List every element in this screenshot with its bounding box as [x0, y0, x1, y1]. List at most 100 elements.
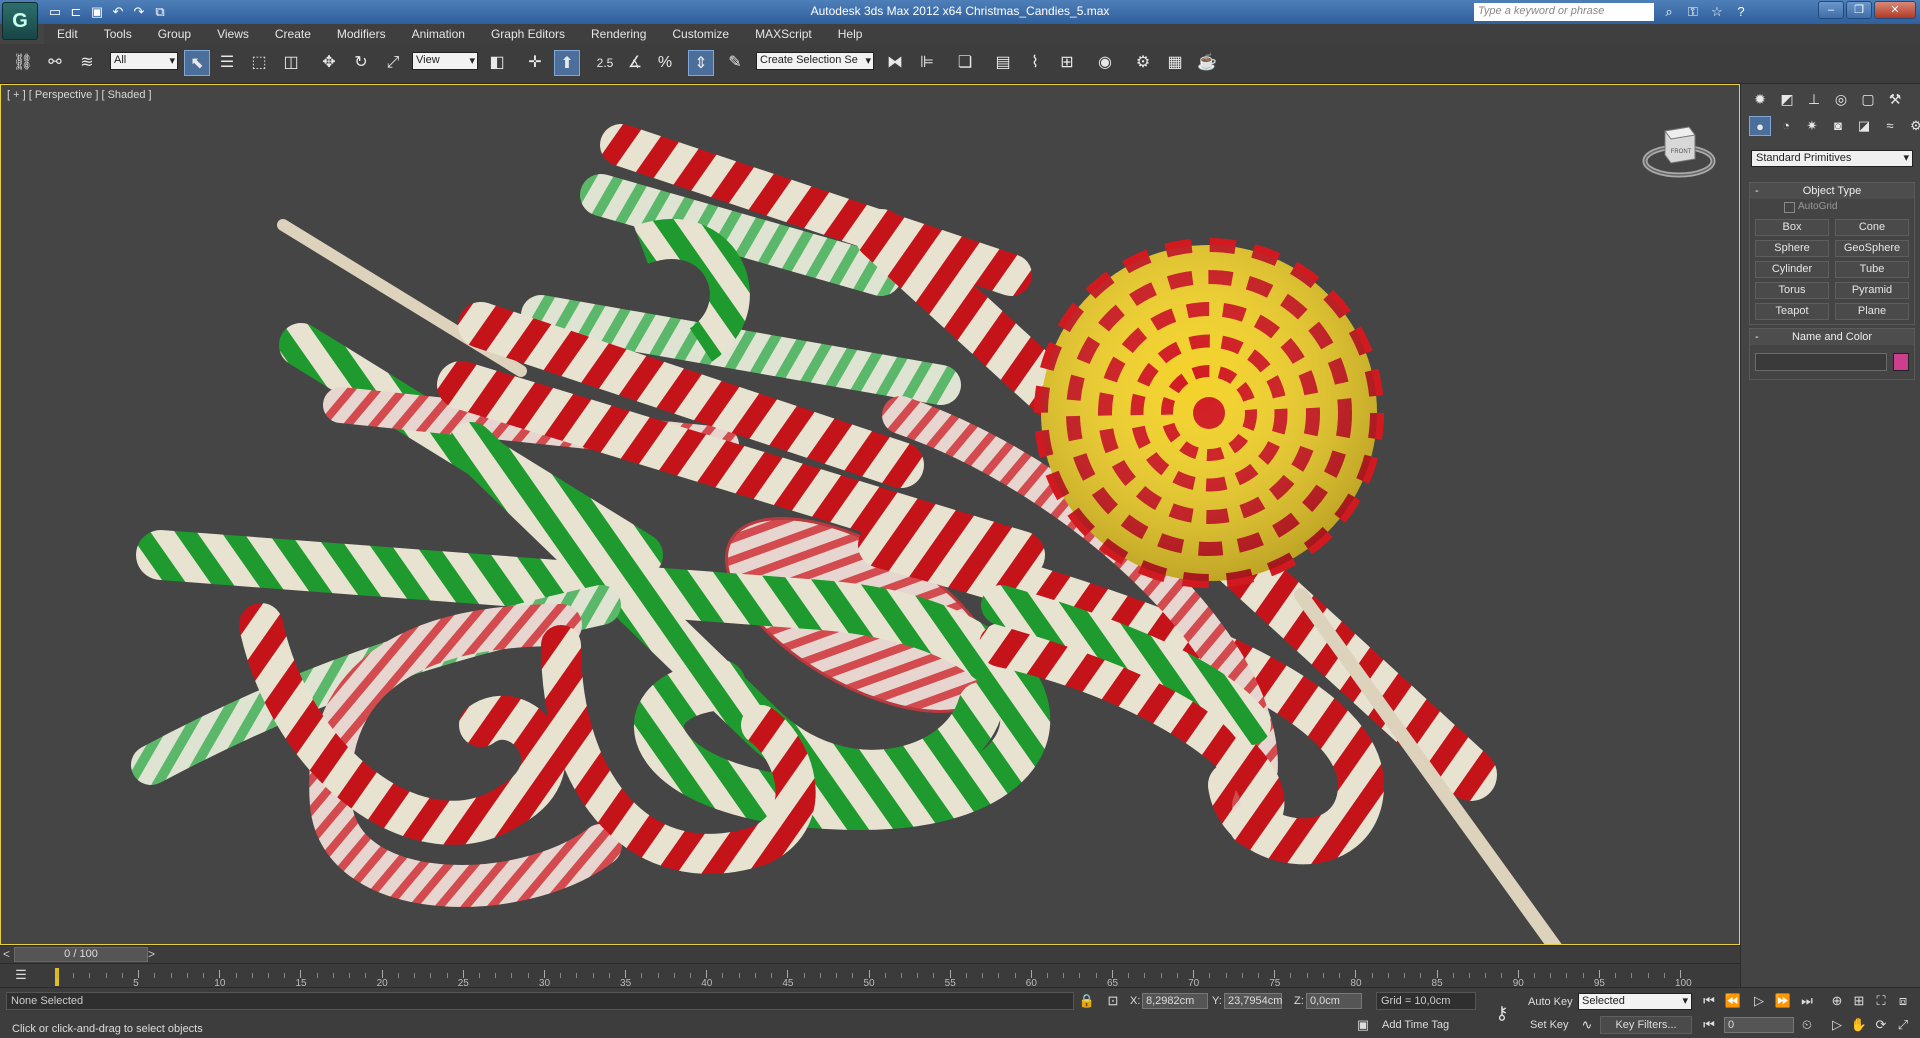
helpers-icon[interactable]: ◪	[1853, 116, 1875, 136]
render-setup-icon[interactable]: ⚙	[1130, 50, 1156, 76]
cameras-icon[interactable]: ◙	[1827, 116, 1849, 136]
align-icon[interactable]: ⊫	[914, 50, 940, 76]
window-crossing-icon[interactable]: ◫	[278, 50, 304, 76]
named-selection-dropdown[interactable]: Create Selection Se	[756, 52, 874, 70]
time-tag-icon[interactable]: ▣	[1354, 1016, 1372, 1034]
previous-frame-icon[interactable]: ⏪	[1724, 992, 1742, 1010]
reference-coordinate-dropdown[interactable]: View	[412, 52, 478, 70]
zoom-all-icon[interactable]: ⊞	[1850, 992, 1868, 1010]
keyboard-shortcut-override-icon[interactable]: ⬆	[554, 50, 580, 76]
select-object-icon[interactable]: ⬉	[184, 50, 210, 76]
select-manipulate-icon[interactable]: ✛	[522, 50, 548, 76]
restore-icon[interactable]: ❐	[1846, 1, 1872, 19]
minimize-icon[interactable]: –	[1818, 1, 1844, 19]
menu-edit[interactable]: Edit	[44, 27, 91, 41]
z-coordinate-input[interactable]: 0,0cm	[1306, 993, 1362, 1009]
plane-button[interactable]: Plane	[1835, 303, 1909, 320]
object-type-header[interactable]: - Object Type	[1750, 183, 1914, 199]
time-slider[interactable]: < 0 / 100 >	[0, 945, 1740, 963]
select-by-name-icon[interactable]: ☰	[214, 50, 240, 76]
menu-customize[interactable]: Customize	[659, 27, 742, 41]
help-icon[interactable]: ?	[1732, 3, 1750, 21]
utilities-tab-icon[interactable]: ⚒	[1884, 88, 1906, 110]
tube-button[interactable]: Tube	[1835, 261, 1909, 278]
absolute-mode-icon[interactable]: ⊡	[1104, 992, 1122, 1010]
time-slider-thumb[interactable]: 0 / 100	[14, 947, 148, 962]
track-bar[interactable]: ☰ 5 10 15 20 25 30 35 40 45 50 55 60 65 70 75 80 85 90 95 1…	[0, 963, 1740, 989]
viewcube[interactable]: FRONT	[1641, 115, 1717, 185]
curve-editor-icon[interactable]: ⌇	[1022, 50, 1048, 76]
star-icon[interactable]: ☆	[1708, 3, 1726, 21]
modify-tab-icon[interactable]: ◩	[1776, 88, 1798, 110]
x-coordinate-input[interactable]: 8,2982cm	[1142, 993, 1208, 1009]
menu-animation[interactable]: Animation	[399, 27, 478, 41]
link-icon[interactable]: ⛓	[10, 50, 36, 76]
y-coordinate-input[interactable]: 23,7954cm	[1224, 993, 1282, 1009]
display-tab-icon[interactable]: ▢	[1857, 88, 1879, 110]
pan-view-icon[interactable]: ✋	[1850, 1016, 1868, 1034]
motion-tab-icon[interactable]: ◎	[1830, 88, 1852, 110]
field-of-view-icon[interactable]: ▷	[1828, 1016, 1846, 1034]
move-icon[interactable]: ✥	[316, 50, 342, 76]
menu-rendering[interactable]: Rendering	[578, 27, 659, 41]
zoom-icon[interactable]: ⊕	[1828, 992, 1846, 1010]
cylinder-button[interactable]: Cylinder	[1755, 261, 1829, 278]
unlink-icon[interactable]: ⚯	[42, 50, 68, 76]
systems-icon[interactable]: ⚙	[1905, 116, 1920, 136]
next-frame-icon[interactable]: ⏩	[1774, 992, 1792, 1010]
mini-curve-editor-icon[interactable]: ☰	[12, 966, 30, 984]
mirror-icon[interactable]: ⧓	[882, 50, 908, 76]
set-key-button[interactable]: Set Key	[1530, 1019, 1569, 1031]
menu-graph-editors[interactable]: Graph Editors	[478, 27, 578, 41]
app-menu-button[interactable]: G	[2, 2, 38, 40]
rectangular-selection-icon[interactable]: ⬚	[246, 50, 272, 76]
snaps-toggle-icon[interactable]: 2.5	[592, 50, 618, 76]
hierarchy-tab-icon[interactable]: ⊥	[1803, 88, 1825, 110]
search-input[interactable]: Type a keyword or phrase	[1474, 3, 1654, 21]
go-to-start-icon[interactable]: ⏮	[1700, 992, 1718, 1010]
viewport-label[interactable]: [ + ] [ Perspective ] [ Shaded ]	[7, 89, 152, 101]
menu-help[interactable]: Help	[825, 27, 876, 41]
menu-maxscript[interactable]: MAXScript	[742, 27, 825, 41]
percent-snap-icon[interactable]: %	[652, 50, 678, 76]
add-time-tag[interactable]: Add Time Tag	[1382, 1019, 1449, 1031]
menu-modifiers[interactable]: Modifiers	[324, 27, 399, 41]
default-tangents-icon[interactable]: ∿	[1578, 1016, 1596, 1034]
orbit-icon[interactable]: ⟳	[1872, 1016, 1890, 1034]
shapes-icon[interactable]: ◔	[1775, 116, 1797, 136]
object-name-input[interactable]	[1755, 353, 1888, 371]
bind-space-warp-icon[interactable]: ≋	[74, 50, 100, 76]
play-icon[interactable]: ▷	[1750, 992, 1768, 1010]
key-filters-button[interactable]: Key Filters...	[1600, 1016, 1692, 1034]
menu-create[interactable]: Create	[262, 27, 324, 41]
time-configuration-icon[interactable]: ⏲	[1798, 1016, 1816, 1034]
space-warps-icon[interactable]: ≈	[1879, 116, 1901, 136]
teapot-button[interactable]: Teapot	[1755, 303, 1829, 320]
box-button[interactable]: Box	[1755, 219, 1829, 236]
menu-views[interactable]: Views	[204, 27, 262, 41]
selection-filter-dropdown[interactable]: All	[110, 52, 178, 70]
zoom-extents-all-icon[interactable]: ⧈	[1894, 992, 1912, 1010]
material-editor-icon[interactable]: ◉	[1092, 50, 1118, 76]
key-icon[interactable]: ⚿	[1684, 3, 1702, 21]
go-to-end-icon[interactable]: ⏭	[1798, 992, 1816, 1010]
schematic-view-icon[interactable]: ⊞	[1054, 50, 1080, 76]
geosphere-button[interactable]: GeoSphere	[1835, 240, 1909, 257]
maximize-viewport-icon[interactable]: ⤢	[1894, 1016, 1912, 1034]
binoculars-icon[interactable]: ⌕	[1660, 3, 1678, 21]
primitive-category-dropdown[interactable]: Standard Primitives	[1751, 150, 1913, 167]
auto-key-button[interactable]: Auto Key	[1528, 996, 1573, 1008]
pyramid-button[interactable]: Pyramid	[1835, 282, 1909, 299]
edit-named-selection-icon[interactable]: ✎	[722, 50, 748, 76]
sphere-button[interactable]: Sphere	[1755, 240, 1829, 257]
autogrid-checkbox[interactable]: AutoGrid	[1750, 199, 1914, 215]
next-frame-arrow[interactable]: >	[148, 947, 155, 961]
torus-button[interactable]: Torus	[1755, 282, 1829, 299]
render-production-icon[interactable]: ☕	[1194, 50, 1220, 76]
close-icon[interactable]: ✕	[1874, 1, 1916, 19]
scale-icon[interactable]: ⤢	[380, 50, 406, 76]
key-mode-toggle-icon[interactable]: ⏮	[1700, 1016, 1718, 1034]
perspective-viewport[interactable]: [ + ] [ Perspective ] [ Shaded ] FRONT	[0, 84, 1740, 945]
previous-frame-arrow[interactable]: <	[3, 947, 10, 961]
candy-scene[interactable]	[1, 85, 1740, 945]
